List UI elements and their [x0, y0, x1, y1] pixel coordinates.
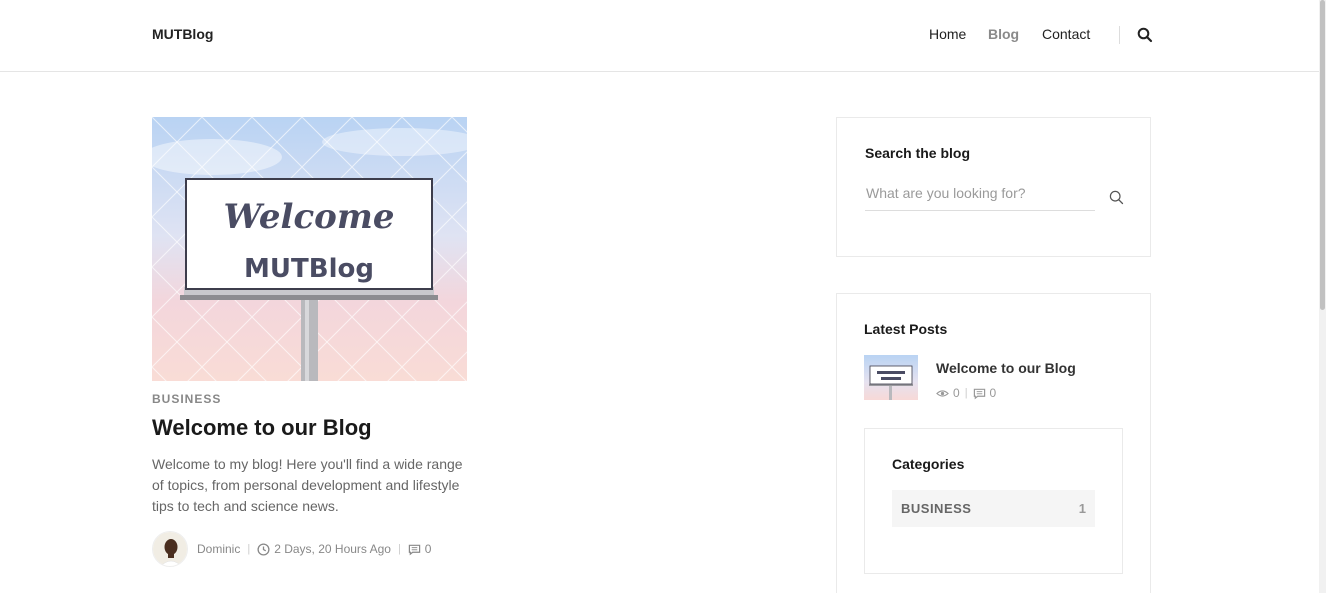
post-time-text: 2 Days, 20 Hours Ago — [274, 542, 391, 556]
post-excerpt: Welcome to my blog! Here you'll find a w… — [152, 456, 463, 514]
category-count: 1 — [1078, 501, 1086, 516]
search-widget: Search the blog — [836, 117, 1151, 257]
category-name: BUSINESS — [901, 501, 972, 516]
nav-contact[interactable]: Contact — [1042, 26, 1090, 42]
image-welcome-text: Welcome — [224, 197, 395, 237]
meta-separator: | — [964, 387, 968, 399]
site-header: MUTBlog Home Blog Contact — [0, 0, 1319, 72]
latest-posts-title: Latest Posts — [864, 321, 948, 337]
nav-blog[interactable]: Blog — [988, 26, 1019, 42]
scrollbar-thumb[interactable] — [1320, 0, 1325, 310]
meta-separator: | — [397, 543, 401, 555]
latest-post-views: 0 — [953, 386, 960, 400]
nav-home[interactable]: Home — [929, 26, 966, 42]
meta-separator: | — [247, 543, 251, 555]
latest-post-title[interactable]: Welcome to our Blog — [936, 360, 1076, 376]
search-widget-title: Search the blog — [865, 145, 971, 161]
category-item-business[interactable]: BUSINESS 1 — [892, 490, 1095, 527]
author-avatar[interactable] — [152, 531, 188, 567]
comment-icon — [973, 388, 985, 399]
comment-count: 0 — [424, 542, 432, 556]
search-submit-icon[interactable] — [1109, 190, 1124, 205]
categories-title: Categories — [892, 456, 965, 472]
comment-icon — [408, 544, 421, 555]
latest-post-meta: 0 | 0 — [936, 386, 996, 400]
latest-post-comments: 0 — [989, 386, 997, 400]
post-meta: Dominic | 2 Days, 20 Hours Ago | 0 — [152, 531, 431, 567]
search-icon[interactable] — [1137, 27, 1153, 43]
post-featured-image[interactable]: Welcome MUTBlog — [152, 117, 467, 381]
clock-icon — [257, 542, 270, 556]
categories-widget: Categories BUSINESS 1 — [864, 428, 1123, 574]
post-time: 2 Days, 20 Hours Ago — [257, 542, 391, 556]
image-brand-text: MUTBlog — [244, 254, 374, 284]
nav-divider — [1119, 26, 1120, 44]
post-category[interactable]: BUSINESS — [152, 392, 221, 406]
author-name[interactable]: Dominic — [197, 542, 240, 556]
site-logo[interactable]: MUTBlog — [152, 26, 213, 42]
post-title[interactable]: Welcome to our Blog — [152, 415, 372, 441]
search-input[interactable] — [865, 183, 1095, 211]
eye-icon — [936, 389, 949, 397]
latest-posts-widget: Latest Posts Welcome to our Blog 0 | 0 C… — [836, 293, 1151, 593]
post-comments[interactable]: 0 — [408, 542, 432, 556]
latest-post-thumbnail[interactable] — [864, 355, 918, 400]
page-scrollbar[interactable] — [1319, 0, 1326, 593]
